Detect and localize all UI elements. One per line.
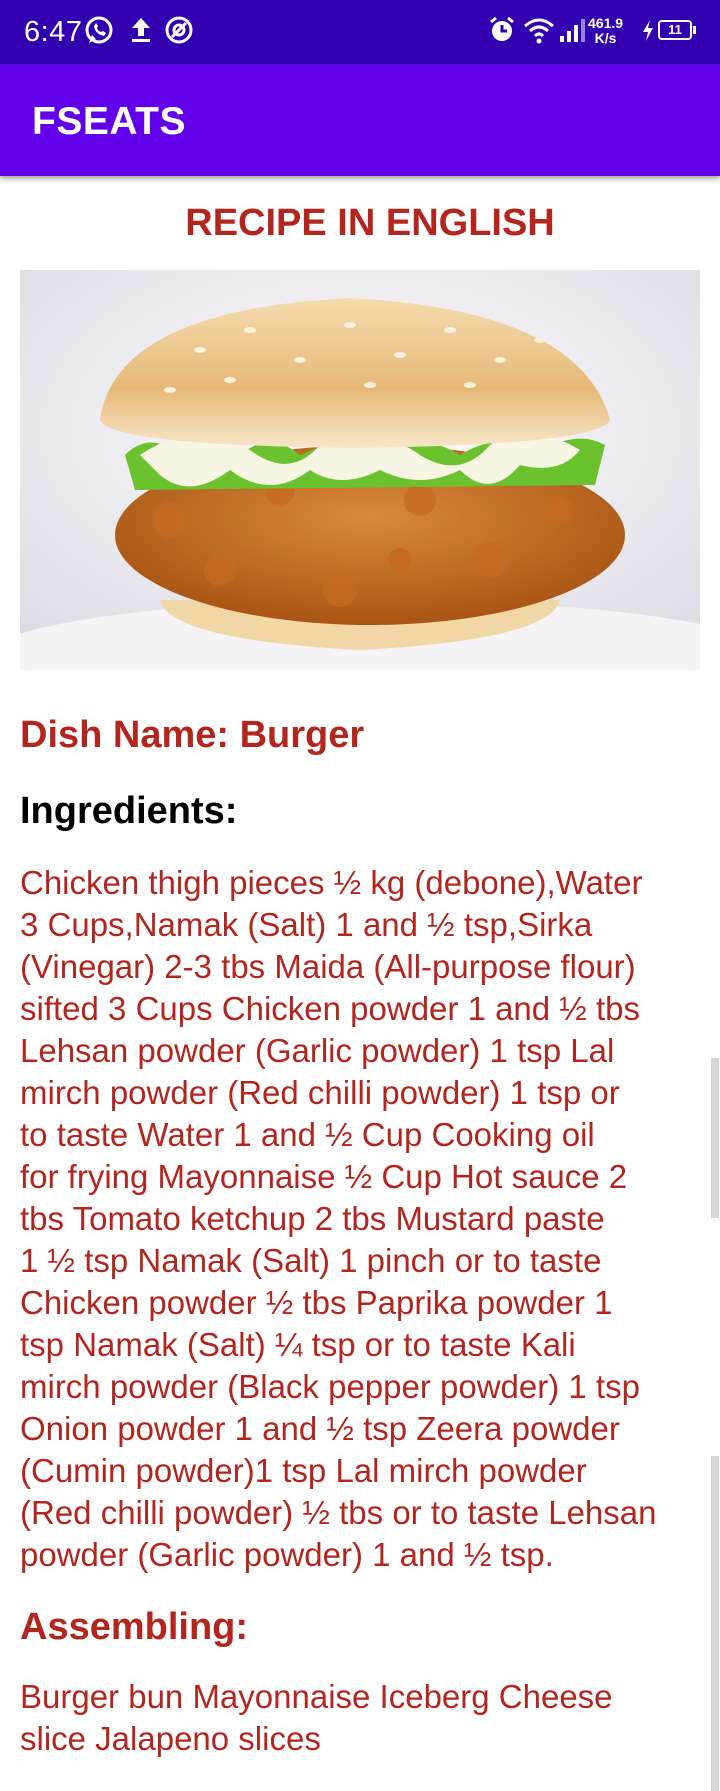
status-time: 6:47 [24,16,83,48]
ingredients-title: Ingredients: [20,790,238,832]
speed-value: 461.9 [588,15,624,31]
ingredients-text: Chicken thigh pieces ½ kg (debone),Water… [20,864,657,1573]
speed-unit: K/s [594,30,617,46]
battery-icon: 11 [658,20,696,40]
app-bar: FSEATS [0,64,720,176]
charging-icon [643,20,653,41]
dish-name: Dish Name: Burger [20,714,365,756]
assembling-title: Assembling: [20,1606,249,1648]
page-title: RECIPE IN ENGLISH [185,202,555,244]
scrollbar-lower[interactable] [711,1456,719,1791]
scrollbar[interactable] [711,1058,719,1218]
wifi-icon [524,18,554,44]
vpn-icon [165,16,193,44]
signal-icon [560,19,585,42]
network-speed: 461.9 K/s [588,16,623,46]
alarm-icon [490,16,514,41]
whatsapp-icon [85,16,113,44]
burger-image [20,270,700,670]
burger-photo [20,270,700,670]
upload-icon [132,18,150,42]
battery-level: 11 [668,22,682,37]
app-title: FSEATS [32,100,186,143]
status-bar: 6:47 461.9 K/s 11 [0,0,720,64]
assembling-text: Burger bun Mayonnaise Iceberg Cheese sli… [20,1678,613,1757]
